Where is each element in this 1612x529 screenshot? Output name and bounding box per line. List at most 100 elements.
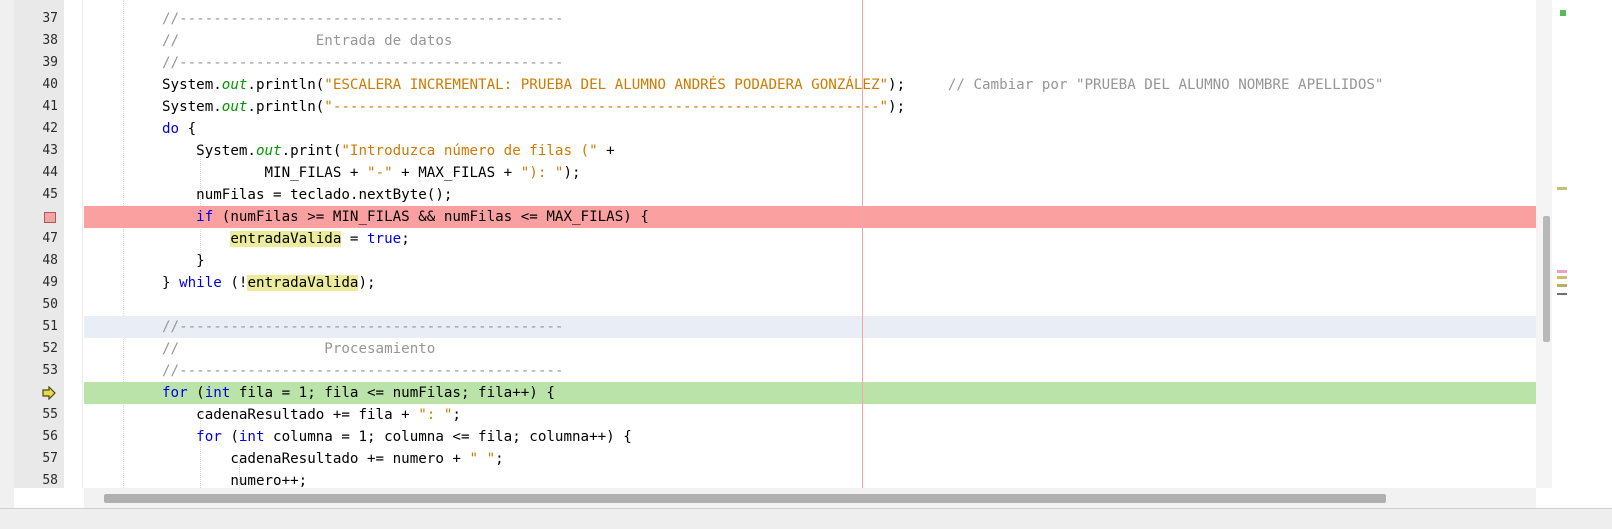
code-token: numFilas = teclado.nextByte(); [162,187,453,203]
line-number[interactable]: 44 [28,162,58,184]
line-number[interactable]: 49 [28,272,58,294]
code-token: .println( [247,99,325,115]
line-number[interactable]: 41 [28,96,58,118]
code-line[interactable]: } while (!entradaValida); [84,272,1536,294]
code-token: columna = 1; columna <= fila; columna++)… [264,429,632,445]
keyword-token: int [204,385,231,401]
code-line[interactable]: //--------------------------------------… [84,360,1536,382]
code-token: fila = 1; fila <= numFilas; fila++) { [230,385,555,401]
error-stripe-mark[interactable] [1557,276,1567,279]
code-line[interactable]: // Procesamiento [84,338,1536,360]
code-line[interactable]: cadenaResultado += fila + ": "; [84,404,1536,426]
comment-token: // Entrada de datos [162,33,453,49]
line-number[interactable]: 40 [28,74,58,96]
vertical-scrollbar-thumb[interactable] [1543,216,1550,342]
code-line[interactable]: MIN_FILAS + "-" + MAX_FILAS + "): "); [84,162,1536,184]
error-stripe-mark[interactable] [1557,293,1567,295]
code-token: cadenaResultado += numero + [162,451,470,467]
code-line[interactable]: cadenaResultado += numero + " "; [84,448,1536,470]
comment-token: // Cambiar por "PRUEBA DEL ALUMNO NOMBRE… [947,77,1384,93]
code-text: for (int columna = 1; columna <= fila; c… [162,426,632,448]
comment-token: // Procesamiento [162,341,436,357]
code-token: ; [401,231,410,247]
code-line[interactable]: } [84,250,1536,272]
code-line[interactable]: for (int columna = 1; columna <= fila; c… [84,426,1536,448]
error-stripe-mark[interactable] [1560,10,1566,16]
code-editor[interactable]: //--------------------------------------… [84,0,1536,488]
line-number[interactable]: 45 [28,184,58,206]
code-line[interactable]: do { [84,118,1536,140]
line-number[interactable]: 55 [28,404,58,426]
code-token: + MAX_FILAS + [392,165,521,181]
line-number[interactable]: 53 [28,360,58,382]
line-number[interactable]: 43 [28,140,58,162]
line-number[interactable]: 42 [28,118,58,140]
code-line[interactable]: // Entrada de datos [84,30,1536,52]
keyword-token: while [179,275,222,291]
line-number[interactable]: 48 [28,250,58,272]
error-stripe-mark[interactable] [1557,187,1567,190]
field-token: out [221,99,248,115]
code-line[interactable]: System.out.print("Introduzca número de f… [84,140,1536,162]
code-token: (numFilas >= MIN_FILAS && numFilas <= MA… [213,209,649,225]
code-folding-column[interactable] [64,0,83,488]
code-line[interactable]: numFilas = teclado.nextByte(); [84,184,1536,206]
line-number[interactable]: 52 [28,338,58,360]
code-token: ); [888,77,948,93]
bottom-panel-edge [0,508,1612,529]
code-token: System. [162,77,222,93]
breakpoint-icon[interactable] [44,212,56,223]
code-line[interactable] [84,294,1536,316]
code-token: numero++; [162,473,308,488]
code-line[interactable]: //--------------------------------------… [84,8,1536,30]
horizontal-scrollbar-thumb[interactable] [104,494,1386,503]
keyword-token: for [162,385,188,401]
line-number[interactable]: 58 [28,470,58,492]
line-number[interactable]: 57 [28,448,58,470]
code-token: MIN_FILAS + [162,165,367,181]
code-line[interactable]: System.out.println("ESCALERA INCREMENTAL… [84,74,1536,96]
code-text: entradaValida = true; [162,228,410,250]
code-text: //--------------------------------------… [162,360,563,382]
code-token: { [179,121,197,137]
error-stripe-mark[interactable] [1557,270,1567,273]
code-line[interactable]: for (int fila = 1; fila <= numFilas; fil… [84,382,1536,404]
keyword-token: true [367,231,402,247]
line-number[interactable]: 56 [28,426,58,448]
code-text: MIN_FILAS + "-" + MAX_FILAS + "): "); [162,162,580,184]
code-line[interactable]: //--------------------------------------… [84,316,1536,338]
code-text: cadenaResultado += numero + " "; [162,448,503,470]
line-number[interactable]: 51 [28,316,58,338]
error-stripe[interactable] [1552,0,1612,508]
code-token: System. [162,143,256,159]
line-number[interactable]: 37 [28,8,58,30]
code-line[interactable]: numero++; [84,470,1536,488]
code-token: + [597,143,615,159]
code-line[interactable]: //--------------------------------------… [84,52,1536,74]
highlighted-occurrence: entradaValida [230,231,342,247]
highlighted-occurrence: entradaValida [247,275,359,291]
line-number[interactable]: 38 [28,30,58,52]
code-text: numero++; [162,470,307,488]
comment-token: //--------------------------------------… [162,319,564,335]
string-token: "ESCALERA INCREMENTAL: PRUEBA DEL ALUMNO… [324,77,889,93]
code-line[interactable]: System.out.println("--------------------… [84,96,1536,118]
code-line[interactable]: entradaValida = true; [84,228,1536,250]
code-text: if (numFilas >= MIN_FILAS && numFilas <=… [162,206,649,228]
line-number-gutter[interactable]: 37 38 39 40 41 42 43 44 45 47 48 49 50 51 52 53 55 56 57 58 [14,0,65,488]
error-stripe-mark[interactable] [1557,284,1567,287]
code-line[interactable]: if (numFilas >= MIN_FILAS && numFilas <=… [84,206,1536,228]
code-text: //--------------------------------------… [162,52,563,74]
keyword-token: int [238,429,265,445]
line-number[interactable]: 39 [28,52,58,74]
string-token: ": " [418,407,453,423]
code-token: ; [452,407,461,423]
code-text: System.out.println("ESCALERA INCREMENTAL… [162,74,1383,96]
program-counter-arrow-icon [42,386,56,400]
line-number[interactable]: 50 [28,294,58,316]
line-number[interactable]: 47 [28,228,58,250]
code-text: } [162,250,205,272]
code-token: cadenaResultado += fila + [162,407,419,423]
